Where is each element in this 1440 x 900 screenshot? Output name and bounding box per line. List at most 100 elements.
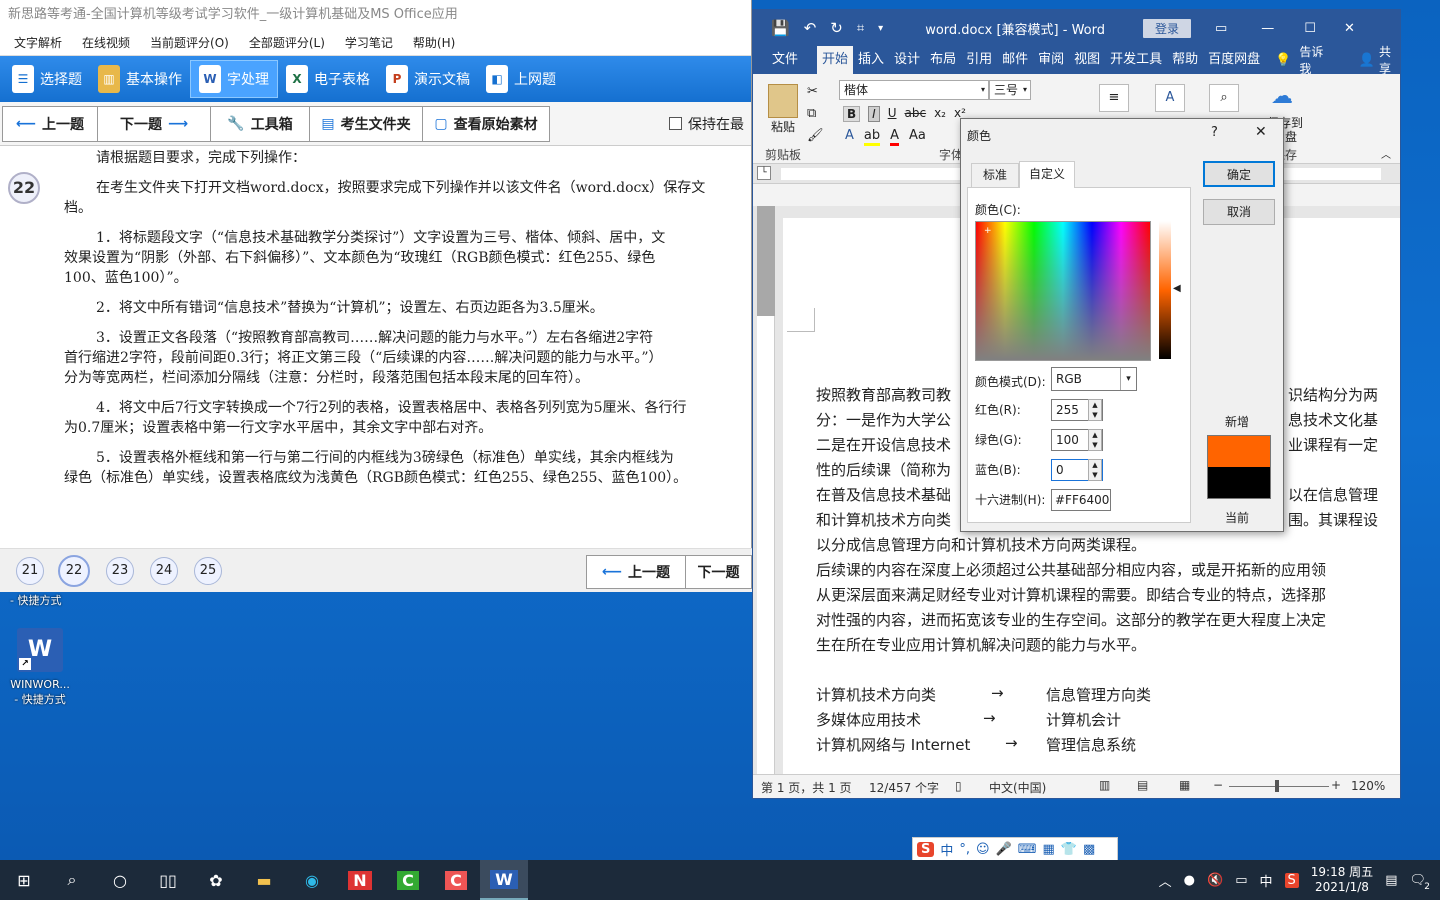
notes-icon[interactable]: ▤ [1385, 873, 1397, 888]
read-mode-icon[interactable]: ▥ [1099, 778, 1110, 792]
microphone-icon[interactable]: 🎤 [996, 842, 1012, 857]
prev-question-button[interactable]: ⟵ 上一题 [2, 105, 98, 142]
app-camtasia-red[interactable]: C [432, 860, 480, 900]
blue-spinner[interactable]: ▲ ▼ [1088, 459, 1102, 481]
volume-icon[interactable]: 🔇 [1207, 873, 1223, 888]
copy-icon[interactable]: ⧉ [807, 106, 816, 121]
bold-icon[interactable]: B [843, 106, 861, 122]
tab-custom[interactable]: 自定义 [1019, 161, 1075, 188]
cut-icon[interactable]: ✂ [807, 84, 818, 99]
print-layout-icon[interactable]: ▤ [1137, 778, 1148, 792]
menu-notes[interactable]: 学习笔记 [345, 34, 393, 51]
text-effects-icon[interactable]: A [845, 128, 854, 146]
proofing-icon[interactable]: ▯ [955, 779, 962, 793]
red-spinner[interactable]: ▲ ▼ [1088, 399, 1102, 421]
format-painter-icon[interactable]: 🖌 [807, 128, 824, 143]
color-spectrum[interactable]: + [975, 221, 1151, 361]
zoom-thumb[interactable] [1275, 780, 1279, 792]
tab-developer[interactable]: 开发工具 [1105, 46, 1167, 74]
module-internet[interactable]: ◧ 上网题 [478, 60, 564, 98]
subscript-icon[interactable]: x₂ [934, 106, 946, 122]
module-basic-ops[interactable]: ▥ 基本操作 [90, 60, 190, 98]
zoom-in-icon[interactable]: + [1331, 778, 1341, 792]
grid-icon[interactable]: ▩ [1083, 842, 1095, 857]
baidu-save-button[interactable]: ☁ [1271, 84, 1301, 114]
editing-button[interactable]: ⌕ [1209, 84, 1239, 112]
styles-button[interactable]: A [1155, 84, 1185, 112]
notification-icon[interactable]: 🗨 2 [1409, 873, 1430, 892]
minimize-icon[interactable]: — [1261, 21, 1274, 36]
tab-home[interactable]: 开始 [817, 46, 854, 74]
chevron-up-icon[interactable]: ︿ [1159, 871, 1172, 890]
redo-icon[interactable]: ↻ [830, 19, 843, 37]
tab-help[interactable]: 帮助 [1167, 46, 1203, 74]
module-presentation[interactable]: P 演示文稿 [378, 60, 478, 98]
question-tab-21[interactable]: 21 [16, 557, 44, 585]
font-size-down-icon[interactable]: Aa [909, 128, 926, 146]
close-icon[interactable]: ✕ [1255, 124, 1267, 140]
start-button[interactable]: ⊞ [0, 860, 48, 900]
app-word[interactable]: W [480, 860, 528, 900]
menu-text-analysis[interactable]: 文字解析 [14, 34, 62, 51]
next-question-button[interactable]: 下一题 ⟶ [97, 105, 211, 142]
emoji-icon[interactable]: ☺ [976, 842, 990, 857]
menu-online-video[interactable]: 在线视频 [82, 34, 130, 51]
close-icon[interactable]: ✕ [1344, 21, 1355, 36]
shirt-icon[interactable]: 👕 [1061, 842, 1077, 857]
zoom-level[interactable]: 120% [1351, 779, 1385, 793]
ime-lang[interactable]: 中 [940, 840, 953, 859]
undo-icon[interactable]: ↶ [804, 19, 817, 37]
network-icon[interactable]: ● [1184, 873, 1195, 888]
task-view-button[interactable]: ▯▯ [144, 860, 192, 900]
italic-icon[interactable]: I [868, 106, 880, 122]
display-icon[interactable]: ▭ [1235, 873, 1247, 888]
font-size-box[interactable]: 三号 ▾ [989, 80, 1031, 100]
tab-design[interactable]: 设计 [889, 46, 925, 74]
tab-mailings[interactable]: 邮件 [997, 46, 1033, 74]
ime-toolbar[interactable]: S 中 °, ☺ 🎤 ⌨ ▦ 👕 ▩ [912, 837, 1118, 861]
app-n[interactable]: N [336, 860, 384, 900]
ime-indicator[interactable]: 中 [1260, 871, 1273, 890]
question-tab-23[interactable]: 23 [106, 557, 134, 585]
tab-review[interactable]: 审阅 [1033, 46, 1069, 74]
keep-on-top-checkbox[interactable]: 保持在最 [669, 114, 744, 134]
question-tab-22[interactable]: 22 [58, 555, 90, 587]
keyboard-icon[interactable]: ⌨ [1018, 842, 1037, 857]
color-mode-select[interactable]: RGB ▾ [1051, 367, 1137, 391]
search-button[interactable]: ⌕ [48, 860, 96, 900]
tab-file[interactable]: 文件 [767, 46, 803, 74]
ok-button[interactable]: 确定 [1203, 161, 1275, 187]
web-layout-icon[interactable]: ▦ [1179, 778, 1190, 792]
tab-baidu[interactable]: 百度网盘 [1203, 46, 1265, 74]
paste-button[interactable]: 粘贴 [765, 84, 801, 135]
bottom-prev-button[interactable]: ⟵ 上一题 [586, 555, 686, 589]
winword-shortcut[interactable]: W ↗ WINWOR... - 快捷方式 [4, 628, 76, 707]
view-original-button[interactable]: ▢ 查看原始素材 [422, 105, 550, 142]
green-spinner[interactable]: ▲ ▼ [1088, 429, 1102, 451]
module-word-processing[interactable]: W 字处理 [190, 60, 278, 98]
sogou-tray-icon[interactable]: S [1284, 872, 1299, 888]
tab-layout[interactable]: 布局 [925, 46, 961, 74]
font-name-box[interactable]: 楷体 ▾ [839, 80, 989, 100]
app-camtasia-green[interactable]: C [384, 860, 432, 900]
student-folder-button[interactable]: ▤ 考生文件夹 [309, 105, 423, 142]
question-tab-24[interactable]: 24 [150, 557, 178, 585]
zoom-out-icon[interactable]: − [1213, 778, 1223, 792]
luminance-arrow-icon[interactable]: ◀ [1173, 283, 1181, 294]
tab-references[interactable]: 引用 [961, 46, 997, 74]
clock[interactable]: 19:18 周五 2021/1/8 [1311, 865, 1373, 895]
paragraph-button[interactable]: ≡ [1099, 84, 1129, 112]
language[interactable]: 中文(中国) [989, 779, 1046, 796]
menu-score-current[interactable]: 当前题评分(O) [150, 34, 229, 51]
word-count[interactable]: 12/457 个字 [869, 779, 939, 796]
zoom-slider[interactable] [1229, 786, 1329, 787]
tab-standard[interactable]: 标准 [971, 163, 1019, 187]
customize-qat-icon[interactable]: ▾ [878, 23, 883, 34]
highlight-icon[interactable]: ab [863, 128, 881, 146]
save-icon[interactable]: 💾 [771, 19, 790, 37]
strikethrough-icon[interactable]: abc [905, 106, 927, 122]
collapse-ribbon-icon[interactable]: ︿ [1381, 146, 1391, 161]
help-button[interactable]: ? [1211, 125, 1218, 140]
login-button[interactable]: 登录 [1142, 18, 1191, 38]
punctuation-icon[interactable]: °, [959, 842, 970, 857]
